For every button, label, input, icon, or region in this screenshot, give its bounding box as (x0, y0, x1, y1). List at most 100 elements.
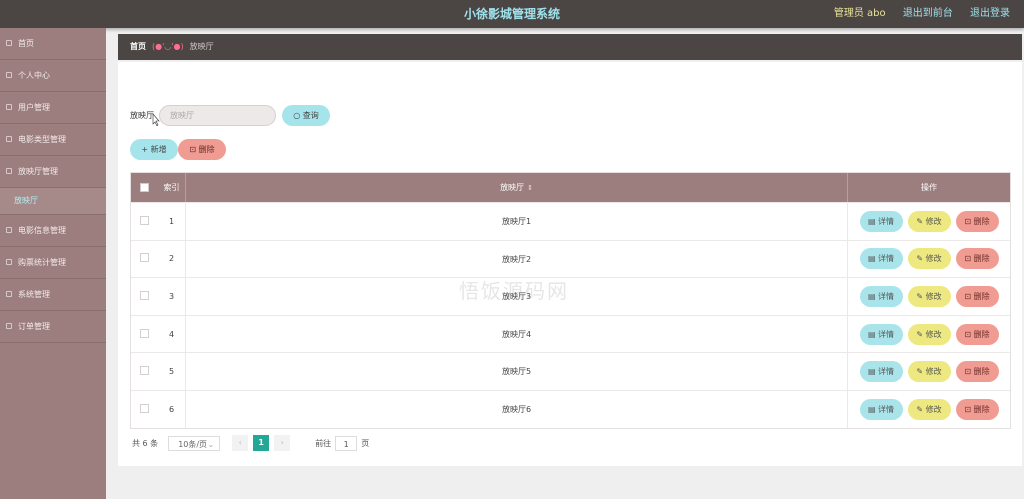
sidebar-item-halls[interactable]: 放映厅管理 (0, 156, 106, 188)
content-panel: 放映厅 放映厅 ○ 查询 + 新增 ⊡ 删除 索引 放映厅 ⇕ 操作 1 放映厅1… (118, 62, 1022, 466)
delete-button[interactable]: ⊡ 删除 (955, 210, 999, 232)
detail-button[interactable]: ▤ 详情 (859, 398, 903, 420)
menu-icon (6, 168, 12, 174)
delete-button[interactable]: ⊡ 删除 (955, 398, 999, 420)
trash-icon: ⊡ (964, 216, 972, 226)
row-name: 放映厅4 (185, 315, 848, 353)
row-index: 1 (168, 216, 175, 226)
menu-icon (6, 136, 12, 142)
row-checkbox[interactable] (140, 290, 149, 300)
sidebar-item-users[interactable]: 用户管理 (0, 92, 106, 124)
row-name: 放映厅1 (185, 203, 848, 240)
sort-icon[interactable]: ⇕ (527, 184, 533, 192)
delete-button[interactable]: ⊡ 删除 (955, 285, 999, 307)
detail-button[interactable]: ▤ 详情 (859, 210, 903, 232)
sidebar-item-home[interactable]: 首页 (0, 28, 106, 60)
sidebar-subitem-hall[interactable]: 放映厅 (0, 188, 106, 215)
document-icon: ▤ (867, 291, 876, 301)
batch-delete-button[interactable]: ⊡ 删除 (178, 139, 226, 160)
goto-label: 前往 (315, 438, 332, 448)
goto-page-input[interactable]: 1 (335, 435, 358, 451)
row-checkbox[interactable] (140, 366, 149, 376)
users-icon (6, 104, 12, 110)
search-icon: ○ (293, 111, 301, 120)
row-index: 4 (168, 329, 175, 339)
top-right-links: 管理员 abo 退出到前台 退出登录 (820, 0, 1010, 28)
table-row: 1 放映厅1 ▤ 详情 ✎ 修改 ⊡ 删除 (131, 202, 1010, 240)
document-icon: ▤ (867, 254, 876, 264)
table-row: 2 放映厅2 ▤ 详情 ✎ 修改 ⊡ 删除 (131, 239, 1010, 278)
row-index: 6 (168, 404, 175, 414)
exit-to-front-link[interactable]: 退出到前台 (903, 8, 953, 19)
add-button[interactable]: + 新增 (130, 139, 178, 160)
breadcrumb-current: 放映厅 (189, 42, 214, 51)
row-name: 放映厅6 (185, 390, 848, 428)
sidebar-item-label: 电影类型管理 (18, 135, 66, 144)
edit-button[interactable]: ✎ 修改 (907, 398, 951, 420)
row-index: 2 (168, 254, 175, 264)
edit-icon: ✎ (916, 291, 924, 301)
delete-button[interactable]: ⊡ 删除 (955, 248, 999, 270)
delete-label: 删除 (198, 145, 215, 154)
gear-icon (6, 291, 12, 297)
menu-icon (6, 323, 12, 329)
user-icon (6, 72, 12, 78)
sidebar-item-movie-info[interactable]: 电影信息管理 (0, 215, 106, 247)
prev-page-button[interactable]: ‹ (232, 435, 249, 451)
next-page-button[interactable]: › (274, 435, 291, 451)
page-unit-label: 页 (361, 438, 370, 448)
edit-button[interactable]: ✎ 修改 (907, 323, 951, 345)
row-checkbox[interactable] (140, 253, 149, 263)
detail-button[interactable]: ▤ 详情 (859, 323, 903, 345)
breadcrumb-home[interactable]: 首页 (130, 42, 146, 51)
detail-button[interactable]: ▤ 详情 (859, 285, 903, 307)
query-button[interactable]: ○ 查询 (282, 105, 330, 126)
sidebar: 首页 个人中心 用户管理 电影类型管理 放映厅管理 放映厅 电影信息管理 购票统… (0, 28, 106, 499)
delete-button[interactable]: ⊡ 删除 (955, 323, 999, 345)
sidebar-item-label: 放映厅管理 (18, 167, 58, 176)
edit-button[interactable]: ✎ 修改 (907, 210, 951, 232)
document-icon: ▤ (867, 404, 876, 414)
detail-button[interactable]: ▤ 详情 (859, 361, 903, 383)
sidebar-item-label: 购票统计管理 (18, 258, 66, 267)
query-label: 查询 (302, 111, 319, 120)
detail-button[interactable]: ▤ 详情 (859, 248, 903, 270)
row-checkbox[interactable] (140, 328, 149, 338)
admin-label: 管理员 abo (833, 8, 886, 19)
page-number-current[interactable]: 1 (253, 435, 270, 451)
edit-icon: ✎ (916, 404, 924, 414)
row-index: 3 (168, 291, 175, 301)
delete-button[interactable]: ⊡ 删除 (955, 361, 999, 383)
row-name: 放映厅2 (185, 240, 848, 278)
row-index: 5 (168, 367, 175, 377)
hall-table: 索引 放映厅⇕ 操作 1 放映厅1 ▤ 详情 ✎ 修改 ⊡ 删除 2 放映厅2 (130, 172, 1011, 429)
edit-icon: ✎ (916, 367, 924, 377)
edit-button[interactable]: ✎ 修改 (907, 248, 951, 270)
chevron-down-icon: ⌄ (207, 439, 215, 449)
sidebar-item-ticket-stats[interactable]: 购票统计管理 (0, 247, 106, 279)
plus-icon: + (141, 145, 149, 154)
table-header: 索引 放映厅 ⇕ 操作 (131, 173, 1010, 202)
page-size-select[interactable]: 10条/页 ⌄ (168, 435, 221, 451)
sidebar-item-movie-types[interactable]: 电影类型管理 (0, 124, 106, 156)
row-checkbox[interactable] (140, 403, 149, 413)
edit-button[interactable]: ✎ 修改 (907, 361, 951, 383)
logout-link[interactable]: 退出登录 (970, 8, 1010, 19)
search-input[interactable]: 放映厅 (159, 105, 276, 126)
pagination: 共 6 条 10条/页 ⌄ ‹ 1 › 前往 1 页 (132, 435, 369, 451)
edit-button[interactable]: ✎ 修改 (907, 285, 951, 307)
sidebar-item-orders[interactable]: 订单管理 (0, 311, 106, 343)
trash-icon: ⊡ (189, 145, 197, 154)
sidebar-item-system[interactable]: 系统管理 (0, 279, 106, 311)
row-checkbox[interactable] (140, 215, 149, 225)
trash-icon: ⊡ (964, 254, 972, 264)
trash-icon: ⊡ (964, 291, 972, 301)
sidebar-item-label: 用户管理 (18, 103, 50, 112)
edit-icon: ✎ (916, 329, 924, 339)
total-count: 共 6 条 (132, 438, 159, 448)
sidebar-item-label: 个人中心 (18, 71, 50, 80)
header-name[interactable]: 放映厅 ⇕ (185, 173, 848, 202)
select-all-checkbox[interactable] (140, 183, 149, 192)
sidebar-item-profile[interactable]: 个人中心 (0, 60, 106, 92)
menu-icon (6, 227, 12, 233)
